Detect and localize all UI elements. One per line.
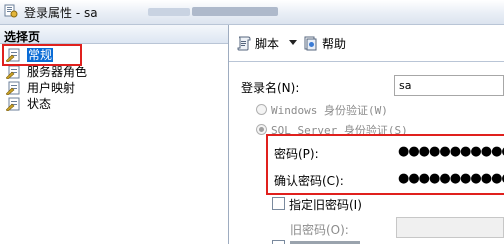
login-name-field[interactable]: sa [394, 75, 504, 96]
checkbox-partial[interactable] [272, 240, 285, 244]
chevron-down-icon[interactable] [289, 40, 297, 46]
script-button[interactable]: 脚本 [236, 34, 279, 52]
highlight-box [266, 134, 504, 195]
page-wrench-icon [6, 65, 20, 79]
help-label: 帮助 [322, 36, 347, 51]
window-icon [4, 4, 18, 18]
page-selector-title: 选择页 [4, 30, 41, 44]
highlight-box [2, 44, 82, 66]
script-label: 脚本 [255, 36, 280, 51]
login-name-label: 登录名(N): [241, 81, 300, 95]
page-wrench-icon [6, 97, 20, 111]
script-icon [237, 36, 251, 51]
old-password-label: 旧密码(O): [290, 223, 349, 237]
old-password-field[interactable] [396, 217, 504, 238]
help-button[interactable]: 帮助 [303, 34, 346, 52]
specify-old-password-label: 指定旧密码(I) [289, 198, 362, 212]
windows-auth-label: Windows 身份验证(W) [271, 104, 388, 117]
specify-old-password-checkbox[interactable] [272, 197, 285, 210]
tree-item-label: 服务器角色 [27, 65, 88, 79]
windows-auth-radio[interactable] [256, 104, 267, 115]
title-blur [148, 8, 190, 16]
title-blur [192, 7, 278, 16]
page-wrench-icon [6, 81, 20, 95]
login-name-value: sa [399, 79, 412, 92]
tree-item-label: 状态 [27, 97, 52, 111]
window-title: 登录属性 - sa [24, 6, 98, 20]
tree-item-label: 用户映射 [27, 81, 76, 95]
help-icon [304, 36, 317, 51]
